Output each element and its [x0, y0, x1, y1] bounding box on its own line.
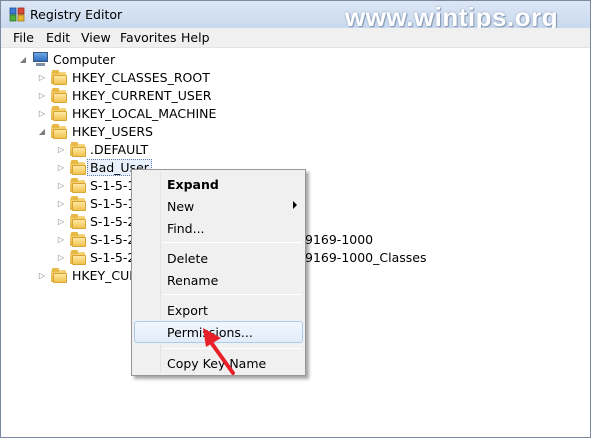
- tree-node-label: HKEY_LOCAL_MACHINE: [72, 106, 217, 121]
- menu-edit[interactable]: Edit: [46, 30, 70, 45]
- tree-node-label-tail: 9169-1000_Classes: [305, 250, 427, 265]
- submenu-arrow-icon: [293, 201, 297, 209]
- folder-icon: [70, 214, 86, 229]
- expand-arrow-icon[interactable]: ▷: [37, 69, 47, 87]
- tree-node-hku[interactable]: ◢ HKEY_USERS: [1, 123, 251, 141]
- menu-item-delete[interactable]: Delete: [134, 247, 303, 269]
- red-arrow-pointer-icon: [203, 328, 235, 375]
- tree-node-hkcu[interactable]: ▷ HKEY_CURRENT_USER: [1, 87, 251, 105]
- folder-icon: [70, 178, 86, 193]
- expand-arrow-icon[interactable]: ▷: [56, 231, 66, 249]
- tree-node-hklm[interactable]: ▷ HKEY_LOCAL_MACHINE: [1, 105, 251, 123]
- folder-icon: [51, 88, 67, 103]
- registry-editor-icon: [9, 7, 25, 22]
- folder-icon: [51, 268, 67, 283]
- tree-node-s18[interactable]: ▷ S-1-5-18: [1, 177, 143, 195]
- menu-item-label: Export: [167, 303, 208, 318]
- expand-arrow-icon[interactable]: ▷: [37, 105, 47, 123]
- tree-node-label-tail: 9169-1000: [305, 232, 374, 247]
- collapse-arrow-icon[interactable]: ◢: [18, 51, 28, 69]
- folder-icon: [51, 106, 67, 121]
- folder-icon: [70, 196, 86, 211]
- menu-item-expand[interactable]: Expand: [134, 173, 303, 195]
- tree-node-label: HKEY_CLASSES_ROOT: [72, 70, 210, 85]
- menu-item-label: New: [167, 199, 195, 214]
- menu-item-label: Rename: [167, 273, 219, 288]
- tree-node-label: HKEY_USERS: [72, 124, 153, 139]
- menu-item-export[interactable]: Export: [134, 299, 303, 321]
- registry-editor-window: Registry Editor www.wintips.org File Edi…: [0, 0, 591, 438]
- menu-help[interactable]: Help: [181, 30, 210, 45]
- window-title: Registry Editor: [30, 7, 123, 22]
- folder-icon: [70, 250, 86, 265]
- title-bar[interactable]: Registry Editor www.wintips.org: [1, 1, 590, 32]
- menu-view[interactable]: View: [81, 30, 111, 45]
- menu-item-label: Expand: [167, 177, 219, 192]
- expand-arrow-icon[interactable]: ▷: [37, 267, 47, 285]
- menu-file[interactable]: File: [13, 30, 34, 45]
- computer-icon: [32, 52, 49, 67]
- collapse-arrow-icon[interactable]: ◢: [37, 123, 47, 141]
- tree-node-label: .DEFAULT: [90, 142, 149, 157]
- tree-node-s20[interactable]: ▷ S-1-5-20: [1, 213, 143, 231]
- menu-separator: [162, 294, 302, 295]
- tree-node-default[interactable]: ▷ .DEFAULT: [1, 141, 251, 159]
- expand-arrow-icon[interactable]: ▷: [56, 195, 66, 213]
- expand-arrow-icon[interactable]: ▷: [56, 177, 66, 195]
- menu-item-label: Find...: [167, 221, 205, 236]
- expand-arrow-icon[interactable]: ▷: [56, 213, 66, 231]
- tree-node-s19[interactable]: ▷ S-1-5-19: [1, 195, 143, 213]
- menu-favorites[interactable]: Favorites: [120, 30, 176, 45]
- menu-bar: File Edit View Favorites Help: [1, 28, 590, 48]
- tree-node-computer[interactable]: ◢ Computer: [1, 51, 201, 69]
- tree-node-hkcr[interactable]: ▷ HKEY_CLASSES_ROOT: [1, 69, 251, 87]
- tree-node-hkcc[interactable]: ▷ HKEY_CURI: [1, 267, 131, 285]
- menu-item-label: Delete: [167, 251, 209, 266]
- tree-node-label: HKEY_CURI: [72, 268, 131, 283]
- menu-item-find[interactable]: Find...: [134, 217, 303, 239]
- folder-open-icon: [51, 124, 67, 139]
- folder-icon: [70, 160, 86, 175]
- expand-arrow-icon[interactable]: ▷: [56, 141, 66, 159]
- tree-node-label: Computer: [53, 52, 116, 67]
- folder-icon: [70, 232, 86, 247]
- tree-node-label: HKEY_CURRENT_USER: [72, 88, 212, 103]
- folder-icon: [70, 142, 86, 157]
- menu-item-new[interactable]: New: [134, 195, 303, 217]
- folder-icon: [51, 70, 67, 85]
- expand-arrow-icon[interactable]: ▷: [56, 159, 66, 177]
- expand-arrow-icon[interactable]: ▷: [56, 249, 66, 267]
- menu-item-rename[interactable]: Rename: [134, 269, 303, 291]
- expand-arrow-icon[interactable]: ▷: [37, 87, 47, 105]
- menu-separator: [162, 242, 302, 243]
